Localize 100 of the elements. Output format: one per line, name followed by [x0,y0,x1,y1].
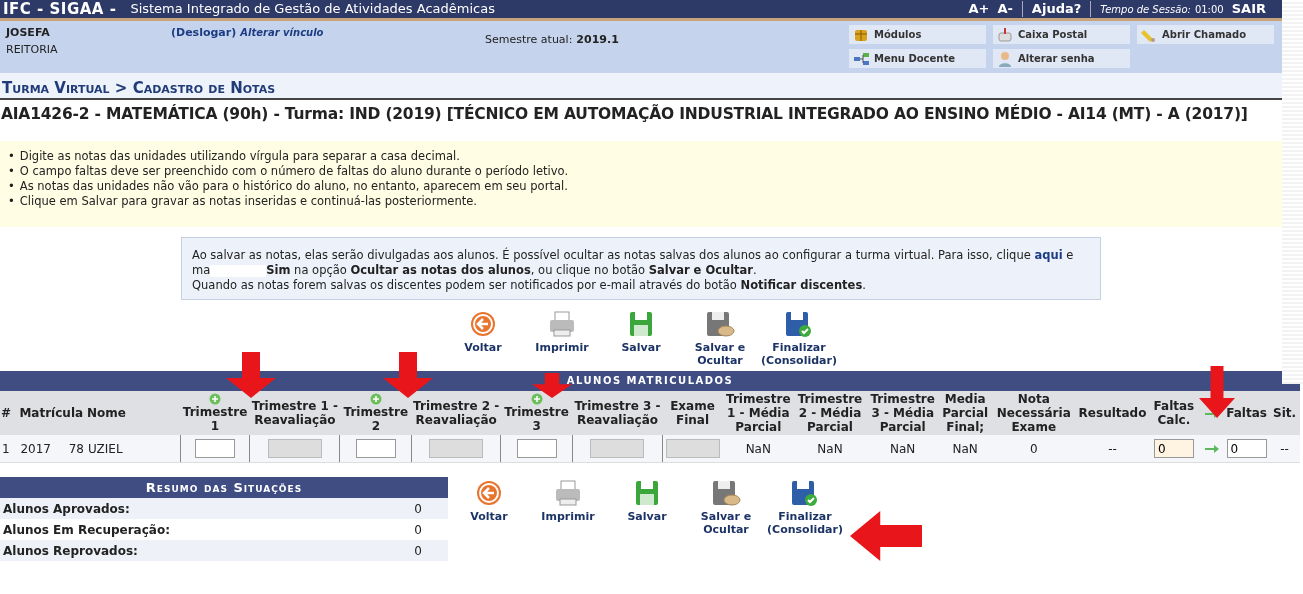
printer-icon [547,310,577,339]
table-cell: -- [1269,435,1300,463]
toolbar-button[interactable]: Voltar [446,310,520,368]
table-cell-text: 78 [68,440,84,458]
floppy-disk-icon [705,310,735,339]
plus-icon[interactable] [369,393,382,406]
summary-value: 0 [414,500,422,518]
toolbar-button[interactable]: Salvar e Ocultar [689,479,763,537]
bullet: • [8,179,15,195]
grade-input[interactable]: 0 [1153,439,1194,459]
column-header: Trimestre 1 [181,405,249,434]
right-arrow-icon[interactable] [1203,443,1220,456]
breadcrumb: Turma Virtual > Cadastro de Notas [0,73,1282,100]
network-icon [853,50,870,67]
change-link[interactable]: Alterar vínculo [240,25,324,40]
column-header: Trimestre 1 - Média Parcial [722,391,795,436]
column-header: Faltas Calc. [1148,391,1200,436]
instruction-text: O campo faltas deve ser preenchido com o número de faltas do aluno durante o período letivo. [19,164,569,180]
notice-text: Ao salvar as notas, elas serão divulgadas aos alunos. É possível ocultar as notas salvas dos alunos ao configurar a turma virtual. Para isso, clique aqui e ma Sim na opção Ocultar as notas dos alunos, ou clique no botão Salvar e Ocultar. [192,248,1075,279]
column-header: Exame Final [662,391,723,436]
table-cell-text: 2017 [20,440,51,458]
session-label: Tempo de Sessão: [1100,2,1191,17]
session-time: 01:00 [1194,2,1224,17]
summary-label: Alunos Reprovados: [3,542,138,560]
toolbar-button[interactable]: Imprimir [531,479,605,524]
column-header: Trimestre 1 - Reavaliação [249,391,340,436]
logout-link[interactable]: (Deslogar) [171,25,237,42]
table-cell: NaN [865,435,940,463]
grade-input[interactable] [516,439,557,459]
toolbar-button[interactable]: Salvar [610,479,684,524]
bullet: • [8,164,15,180]
table-cell: UZIEL [86,435,181,463]
instruction-text: Digite as notas das unidades utilizando vírgula para separar a casa decimal. [19,149,460,165]
table-cell: NaN [722,435,795,463]
toolbar-button[interactable]: Salvar [604,310,678,368]
shortcut-button[interactable]: Caixa Postal [993,25,1130,44]
summary-value: 0 [414,521,422,539]
table-title-bar: ALUNOS MATRICULADOS [0,371,1300,392]
semester-label: Semestre atual: [485,32,573,48]
column-header: Nome [86,391,181,436]
grade-input[interactable]: 0 [1226,439,1267,459]
font-decrease-link[interactable]: A- [997,0,1013,19]
semester-value: 2019.1 [576,32,619,48]
summary-label: Alunos Aprovados: [3,500,130,518]
toolbar-button[interactable]: Imprimir [525,310,599,368]
shortcut-button[interactable]: Módulos [849,25,986,44]
mailbox-icon [997,26,1014,43]
grade-input[interactable] [195,439,236,459]
printer-icon [553,479,583,508]
brand-title: IFC - SIGAA - [2,0,117,20]
shortcut-button[interactable]: Alterar senha [993,49,1130,68]
toolbar-button[interactable]: Finalizar (Consolidar) [762,310,836,368]
person-icon [997,50,1014,67]
column-header: Trimestre 2 - Reavaliação [411,391,501,436]
annotation-arrow [383,352,433,398]
logout-link[interactable]: SAIR [1231,0,1266,19]
help-link[interactable]: Ajuda? [1031,0,1082,19]
user-name: JOSEFA [6,25,51,41]
annotation-arrow [850,511,922,561]
instruction-text: As notas das unidades não vão para o histórico do aluno, no entanto, aparecem em seu portal. [19,179,568,195]
course-title: AIA1426-2 - MATEMÁTICA (90h) - Turma: IND (2019) [TÉCNICO EM AUTOMAÇÃO INDUSTRIAL INTEGRADO AO ENSINO MÉDIO - AI14 (MT) - A (2017)] [0,103,1249,125]
column-header: # [0,391,19,436]
table-cell: 0 [990,435,1077,463]
font-increase-link[interactable]: A+ [968,0,990,19]
summary-title-bar: Resumo das Situações [0,477,448,499]
toolbar-button[interactable]: Salvar e Ocultar [683,310,757,368]
column-header: Trimestre 3 - Reavaliação [572,391,663,436]
summary-value: 0 [414,542,422,560]
system-name: Sistema Integrado de Gestão de Atividades Acadêmicas [130,0,495,19]
table-cell: NaN [939,435,991,463]
column-header: Sit. [1269,391,1300,436]
column-header: Resultado [1076,391,1149,436]
column-header: Media Parcial Final; [939,391,991,436]
column-header: Trimestre 2 - Média Parcial [794,391,866,436]
user-unit: REITORIA [6,41,59,58]
toolbar-button[interactable]: Voltar [452,479,526,524]
bullet: • [8,194,15,210]
here-link[interactable]: aqui [1034,248,1063,263]
bullet: • [8,149,15,165]
toolbar-button[interactable]: Finalizar (Consolidar) [768,479,842,537]
shortcut-button[interactable]: Menu Docente [849,49,986,68]
table-cell: -- [1076,435,1149,463]
column-header: Faltas [1224,391,1270,436]
floppy-disk-icon [711,479,741,508]
grade-input[interactable] [355,439,396,459]
notice-text: Quando as notas forem salvas os discentes podem ser notificados por e-mail através do botão Notificar discentes. [192,278,867,294]
column-header: Matrícula [18,391,86,436]
column-header: Nota Necessária Exame [990,391,1077,436]
shortcut-button[interactable]: Abrir Chamado [1137,25,1274,44]
plus-icon[interactable] [209,393,222,406]
column-header: Trimestre 2 [342,405,410,434]
instruction-text: Clique em Salvar para gravar as notas inseridas e continuá-las posteriormente. [19,194,477,210]
annotation-arrow [226,352,276,398]
column-header: Trimestre 3 - Média Parcial [865,391,940,436]
summary-label: Alunos Em Recuperação: [3,521,170,539]
floppy-disk-check-icon [784,310,814,339]
plus-icon[interactable] [530,393,543,406]
table-cell: 1 [0,435,19,463]
table-cell: NaN [794,435,866,463]
floppy-disk-check-icon [790,479,820,508]
